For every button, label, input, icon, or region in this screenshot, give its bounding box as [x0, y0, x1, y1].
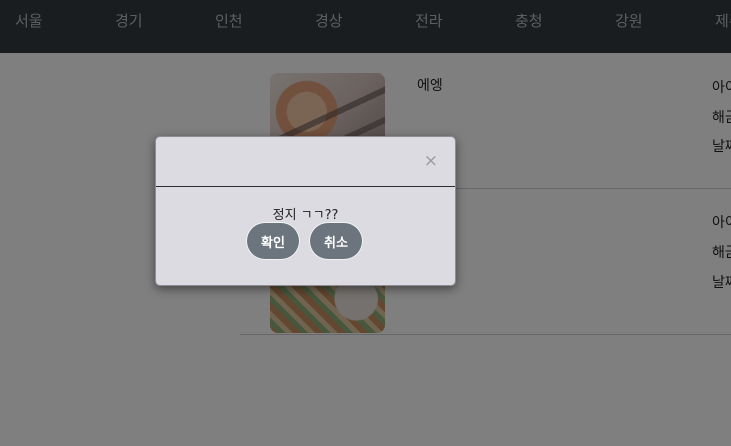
confirm-dialog: × 정지 ㄱㄱ?? 확인 취소 — [155, 136, 456, 286]
dialog-message: 정지 ㄱㄱ?? — [272, 208, 339, 223]
confirm-button[interactable]: 확인 — [247, 223, 299, 259]
dialog-header: × — [156, 137, 455, 187]
cancel-button[interactable]: 취소 — [310, 223, 362, 259]
close-icon[interactable]: × — [424, 153, 438, 170]
